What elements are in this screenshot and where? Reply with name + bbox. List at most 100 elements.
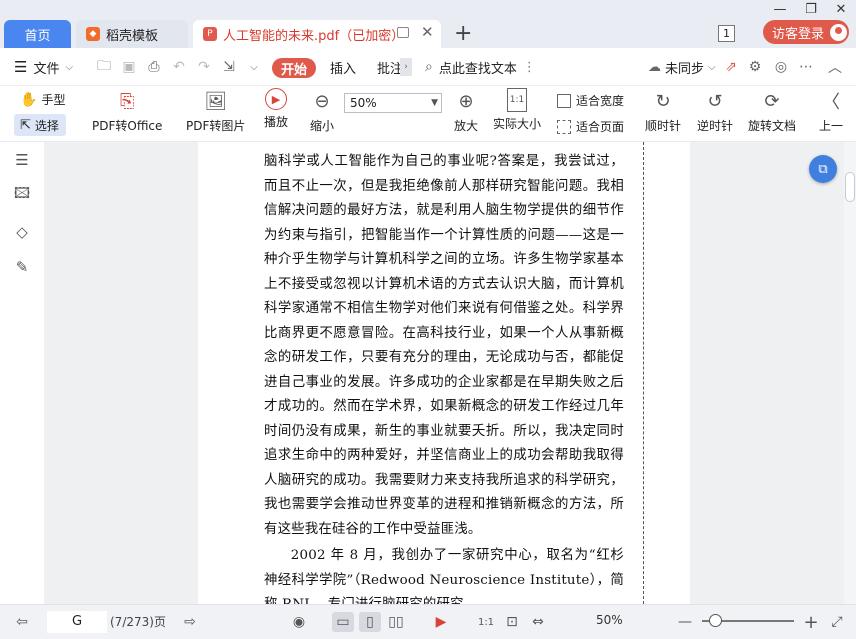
next-page-arrow-icon[interactable]: ⇨ (180, 612, 200, 632)
hand-tool-label: 手型 (41, 93, 66, 107)
rotate-clockwise-button[interactable]: ↻ 顺时针 (645, 88, 681, 134)
paragraph: 脑科学或人工智能作为自己的事业呢?答案是，我尝试过，而且不止一次，但是我拒绝像前… (264, 154, 624, 537)
fit-width-status-icon[interactable]: ⇔ (527, 612, 549, 632)
window-count-badge[interactable]: 1 (718, 25, 735, 42)
vertical-scrollbar[interactable] (844, 142, 856, 604)
slideshow-play-icon[interactable]: ▶ (430, 612, 452, 632)
previous-page-arrow-icon[interactable]: ⇦ (12, 612, 32, 632)
tab-insert[interactable]: 插入 (330, 50, 356, 84)
tab-template-label: 稻壳模板 (106, 28, 159, 44)
guest-login-button[interactable]: 访客登录 (763, 20, 849, 44)
page-count: (7/273)页 (110, 615, 166, 629)
floating-convert-icon[interactable]: ⧉ (809, 155, 837, 183)
zoom-slider-knob[interactable] (709, 614, 722, 627)
paragraph: 2002 年 8 月，我创办了一家研究中心，取名为“红杉神经科学学院”（Redw… (264, 548, 624, 604)
docer-logo-icon: ◆ (86, 27, 100, 41)
fit-page-button[interactable]: 适合页面 (557, 118, 624, 135)
actual-size-status-icon[interactable]: 1:1 (475, 612, 497, 632)
pdf-page[interactable]: 脑科学或人工智能作为自己的事业呢?答案是，我尝试过，而且不止一次，但是我拒绝像前… (198, 142, 690, 604)
more-chevron-icon[interactable]: ⌵ (245, 58, 263, 76)
print-icon[interactable]: ⎙ (145, 58, 163, 76)
skin-icon[interactable]: ◎ (772, 58, 790, 76)
chevron-down-icon: ⌵ (708, 61, 716, 73)
fit-width-button[interactable]: 适合宽度 (557, 92, 624, 109)
rotate-document-button[interactable]: ⟳ 旋转文档 (748, 88, 796, 134)
rotate-counter-clockwise-button[interactable]: ↺ 逆时针 (697, 88, 733, 134)
play-icon: ▶ (265, 88, 287, 110)
zoom-out-button[interactable]: ⊖ 缩小 (309, 88, 335, 134)
search-icon: ⌕ (425, 59, 433, 75)
arrow-left-icon: 〈 (822, 92, 840, 113)
zoom-out-label: 缩小 (309, 119, 334, 133)
fit-width-label: 适合宽度 (576, 94, 625, 108)
share-icon[interactable]: ⇗ (722, 58, 740, 76)
chevron-down-icon: ▼ (431, 98, 438, 108)
continuous-view-icon[interactable]: ▯ (359, 612, 381, 632)
maximize-icon[interactable]: ❐ (797, 0, 825, 18)
play-button[interactable]: ▶ 播放 (264, 88, 288, 130)
select-tool[interactable]: ⇱ 选择 (20, 117, 59, 134)
bookmark-tag-icon[interactable]: ◇ (13, 223, 31, 241)
zoom-select[interactable]: 50% ▼ (344, 93, 442, 113)
scroll-tabs-right-icon[interactable]: › (400, 58, 412, 76)
tab-document-label: 人工智能的未来.pdf（已加密） (223, 28, 405, 44)
guest-login-label: 访客登录 (772, 26, 825, 42)
tab-home-label: 首页 (24, 28, 51, 44)
pdf-to-image-button[interactable]: 🖼 PDF转图片 (186, 88, 245, 134)
pdf-to-office-icon: ⎘ (120, 90, 135, 112)
pdf-to-image-icon: 🖼 (204, 90, 228, 112)
file-menu[interactable]: ☰ 文件 ⌵ (14, 50, 73, 84)
page-number-input[interactable]: G (47, 611, 107, 633)
window-mode-icon[interactable] (397, 27, 409, 38)
sync-status[interactable]: ☁ 未同步 ⌵ (648, 50, 716, 84)
tab-document[interactable]: P 人工智能的未来.pdf（已加密） ✕ (193, 20, 441, 48)
redo-icon[interactable]: ↷ (195, 58, 213, 76)
search-box[interactable]: ⌕ 点此查找文本 ⋮ (425, 50, 536, 84)
page-margin-line (643, 142, 644, 604)
pdf-file-icon: P (203, 27, 217, 41)
scrollbar-thumb[interactable] (845, 172, 855, 202)
actual-size-button[interactable]: 1:1 实际大小 (493, 88, 541, 132)
open-folder-icon[interactable]: 🗀 (95, 58, 113, 76)
zoom-in-button[interactable]: ⊕ 放大 (453, 88, 479, 134)
tab-template[interactable]: ◆ 稻壳模板 (76, 20, 188, 48)
fullscreen-icon[interactable]: ⤢ (828, 612, 846, 632)
more-vertical-icon[interactable]: ⋮ (523, 60, 536, 75)
zoom-percent: 50% (596, 613, 623, 627)
close-window-icon[interactable]: ✕ (827, 0, 855, 18)
collapse-ribbon-icon[interactable]: ︿ (826, 58, 844, 76)
fit-page-status-icon[interactable]: ⊡ (501, 612, 523, 632)
tab-start[interactable]: 开始 (272, 58, 316, 78)
undo-icon[interactable]: ↶ (170, 58, 188, 76)
zoom-out-icon: ⊖ (314, 90, 330, 112)
zoom-in-label: 放大 (453, 119, 478, 133)
export-icon[interactable]: ⇲ (220, 58, 238, 76)
thumbnail-image-icon[interactable]: 🖾 (13, 184, 31, 204)
close-tab-icon[interactable]: ✕ (421, 23, 434, 41)
two-page-view-icon[interactable]: ▯▯ (385, 612, 407, 632)
zoom-in-status-icon[interactable]: + (802, 612, 820, 633)
tab-home[interactable]: 首页 (4, 20, 71, 48)
play-label: 播放 (264, 115, 289, 129)
annotation-list-icon[interactable]: ✎ (13, 258, 31, 276)
pdf-to-office-button[interactable]: ⎘ PDF转Office (92, 88, 162, 134)
more-horizontal-icon[interactable]: ⋯ (797, 58, 815, 76)
rotate-document-label: 旋转文档 (748, 119, 797, 133)
outline-list-icon[interactable]: ☰ (13, 151, 31, 169)
settings-gear-icon[interactable]: ⚙ (746, 58, 764, 76)
fit-width-icon (557, 93, 571, 108)
rotate-clockwise-icon: ↻ (655, 90, 671, 112)
search-placeholder: 点此查找文本 (438, 61, 517, 77)
chevron-down-icon: ⌵ (65, 61, 74, 73)
eye-protection-icon[interactable]: ◉ (288, 612, 310, 632)
new-tab-icon[interactable]: + (454, 20, 472, 48)
previous-page-label: 上一 (818, 119, 843, 133)
minimize-icon[interactable]: — (766, 0, 794, 18)
single-page-view-icon[interactable]: ▭ (332, 612, 354, 632)
zoom-out-status-icon[interactable]: — (676, 612, 694, 632)
previous-page-button[interactable]: 〈 上一 (818, 88, 844, 134)
fit-page-label: 适合页面 (576, 120, 625, 134)
save-icon[interactable]: ▣ (120, 58, 138, 76)
hand-tool[interactable]: ✋ 手型 (20, 91, 65, 108)
fit-page-icon (557, 119, 571, 134)
